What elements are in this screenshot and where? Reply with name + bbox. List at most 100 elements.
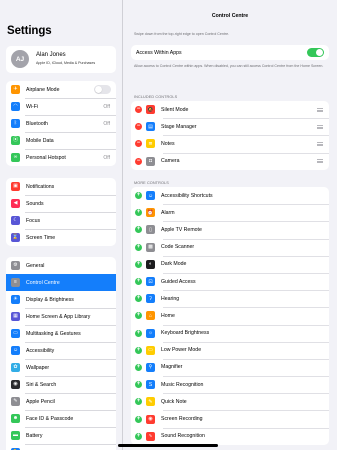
control-row-magnifier[interactable]: + ⚲ Magnifier	[131, 358, 329, 376]
sidebar-item-apple-pencil[interactable]: ✎ Apple Pencil	[6, 393, 116, 410]
control-row-dark-mode[interactable]: + ◐ Dark Mode	[131, 255, 329, 273]
control-label: Accessibility Shortcuts	[161, 192, 213, 199]
sidebar-item-value: Off	[103, 120, 110, 127]
add-control-icon[interactable]: +	[135, 192, 142, 200]
control-row-sound-recognition[interactable]: + ∿ Sound Recognition	[131, 427, 329, 445]
control-label: Guided Access	[161, 278, 196, 285]
control-row-camera[interactable]: − ◘ Camera	[131, 152, 329, 170]
add-control-icon[interactable]: +	[135, 432, 142, 440]
reorder-handle-icon[interactable]	[317, 107, 323, 112]
notifications-icon: ▣	[11, 182, 20, 191]
add-control-icon[interactable]: +	[135, 278, 142, 286]
access-within-apps-label: Access Within Apps	[136, 49, 182, 56]
reorder-handle-icon[interactable]	[317, 141, 323, 146]
sidebar-item-screen-time[interactable]: ⌛ Screen Time	[6, 229, 116, 246]
sidebar-item-display-brightness[interactable]: ☀ Display & Brightness	[6, 291, 116, 308]
sidebar-item-control-centre[interactable]: ≡ Control Centre	[6, 274, 116, 291]
sidebar-item-label: Screen Time	[26, 234, 56, 241]
control-row-guided-access[interactable]: + ⊡ Guided Access	[131, 272, 329, 290]
add-control-icon[interactable]: +	[135, 226, 142, 234]
control-row-hearing[interactable]: + ʔ Hearing	[131, 290, 329, 307]
sidebar-item-siri-search[interactable]: ◉ Siri & Search	[6, 376, 116, 393]
sidebar-item-label: Sounds	[26, 200, 44, 207]
reorder-handle-icon[interactable]	[317, 159, 323, 164]
sidebar-item-label: Siri & Search	[26, 381, 57, 388]
bell-slash-icon: 🔕	[146, 105, 155, 115]
add-control-icon[interactable]: +	[135, 209, 142, 217]
remove-control-icon[interactable]: −	[135, 157, 142, 165]
sidebar-item-face-id-passcode[interactable]: ☻ Face ID & Passcode	[6, 410, 116, 427]
gear-icon: ⚙	[11, 261, 20, 270]
control-row-silent-mode[interactable]: − 🔕 Silent Mode	[131, 101, 329, 118]
faceid-icon: ☻	[11, 414, 20, 423]
sidebar-item-sounds[interactable]: ◀ Sounds	[6, 195, 116, 212]
airplane-mode-toggle[interactable]	[94, 85, 111, 94]
control-row-notes[interactable]: − ≣ Notes	[131, 135, 329, 152]
reorder-handle-icon[interactable]	[317, 124, 323, 129]
sidebar-item-notifications[interactable]: ▣ Notifications	[6, 178, 116, 195]
sidebar-item-privacy-security[interactable]: ✋Privacy & Security	[6, 444, 116, 450]
speaker-icon: ◀	[11, 199, 20, 208]
accessibility-icon: ☺	[146, 191, 155, 201]
control-row-low-power-mode[interactable]: + ▭ Low Power Mode	[131, 341, 329, 359]
control-row-alarm[interactable]: + ⏰ Alarm	[131, 204, 329, 221]
page-title: Control Centre	[211, 13, 249, 19]
add-control-icon[interactable]: +	[135, 381, 142, 389]
add-control-icon[interactable]: +	[135, 346, 142, 354]
add-control-icon[interactable]: +	[135, 260, 142, 268]
control-row-screen-recording[interactable]: + ◉ Screen Recording	[131, 410, 329, 427]
add-control-icon[interactable]: +	[135, 415, 142, 423]
sidebar-item-label: Wi-Fi	[26, 103, 39, 110]
wifi-icon: ◠	[11, 102, 20, 111]
qr-icon: ▩	[146, 242, 155, 252]
control-row-keyboard-brightness[interactable]: + ☼ Keyboard Brightness	[131, 324, 329, 342]
sidebar-item-label: Accessibility	[26, 347, 55, 354]
sidebar-item-battery[interactable]: ▬ Battery	[6, 427, 116, 444]
control-row-music-recognition[interactable]: + S Music Recognition	[131, 376, 329, 393]
sidebar-item-label: Airplane Mode	[26, 86, 60, 93]
sidebar-item-airplane-mode[interactable]: ✈ Airplane Mode	[6, 81, 116, 98]
sidebar-item-personal-hotspot[interactable]: ∞ Personal Hotspot Off	[6, 149, 116, 166]
add-control-icon[interactable]: +	[135, 312, 142, 320]
sidebar-item-wi-fi[interactable]: ◠ Wi-Fi Off	[6, 98, 116, 115]
stage-manager-icon: ▤	[146, 122, 155, 132]
control-row-home[interactable]: + ⌂ Home	[131, 307, 329, 324]
control-row-quick-note[interactable]: + ✎ Quick Note	[131, 393, 329, 410]
sidebar-item-label: Home Screen & App Library	[26, 313, 91, 320]
bluetooth-icon: ᛒ	[11, 119, 20, 128]
remote-icon: ▯	[146, 225, 155, 235]
remove-control-icon[interactable]: −	[135, 123, 142, 131]
profile-card[interactable]: AJ Alan Jones Apple ID, iCloud, Media & …	[6, 46, 116, 73]
control-row-code-scanner[interactable]: + ▩ Code Scanner	[131, 238, 329, 256]
battery-icon: ▬	[11, 431, 20, 440]
add-control-icon[interactable]: +	[135, 398, 142, 406]
sidebar-item-wallpaper[interactable]: ✿ Wallpaper	[6, 359, 116, 376]
sidebar-item-general[interactable]: ⚙ General	[6, 257, 116, 274]
control-label: Camera	[161, 158, 180, 165]
access-within-apps-toggle[interactable]	[307, 48, 324, 57]
remove-control-icon[interactable]: −	[135, 106, 142, 114]
sidebar-item-label: Personal Hotspot	[26, 154, 66, 161]
avatar: AJ	[11, 50, 29, 68]
control-label: Notes	[161, 140, 175, 147]
control-row-apple-tv-remote[interactable]: + ▯ Apple TV Remote	[131, 221, 329, 238]
moon-icon: ☾	[11, 216, 20, 225]
add-control-icon[interactable]: +	[135, 329, 142, 337]
sidebar-item-bluetooth[interactable]: ᛒ Bluetooth Off	[6, 115, 116, 132]
quick-note-icon: ✎	[146, 397, 155, 407]
access-hint: Allow access to Control Centre within ap…	[134, 64, 324, 68]
sidebar-item-multitasking-gestures[interactable]: ▭ Multitasking & Gestures	[6, 325, 116, 342]
sidebar-item-home-screen-app-library[interactable]: ▦ Home Screen & App Library	[6, 308, 116, 325]
add-control-icon[interactable]: +	[135, 363, 142, 371]
sidebar-item-value: Off	[103, 103, 110, 110]
sidebar-item-focus[interactable]: ☾ Focus	[6, 212, 116, 229]
sidebar-item-accessibility[interactable]: ☺ Accessibility	[6, 342, 116, 359]
add-control-icon[interactable]: +	[135, 295, 142, 303]
add-control-icon[interactable]: +	[135, 243, 142, 251]
access-within-apps-row[interactable]: Access Within Apps	[131, 45, 329, 60]
control-row-accessibility-shortcuts[interactable]: + ☺ Accessibility Shortcuts	[131, 187, 329, 204]
remove-control-icon[interactable]: −	[135, 140, 142, 148]
sidebar-item-mobile-data[interactable]: ⦿ Mobile Data	[6, 132, 116, 149]
control-row-stage-manager[interactable]: − ▤ Stage Manager	[131, 118, 329, 135]
more-controls-header: MORE CONTROLS	[134, 181, 169, 185]
